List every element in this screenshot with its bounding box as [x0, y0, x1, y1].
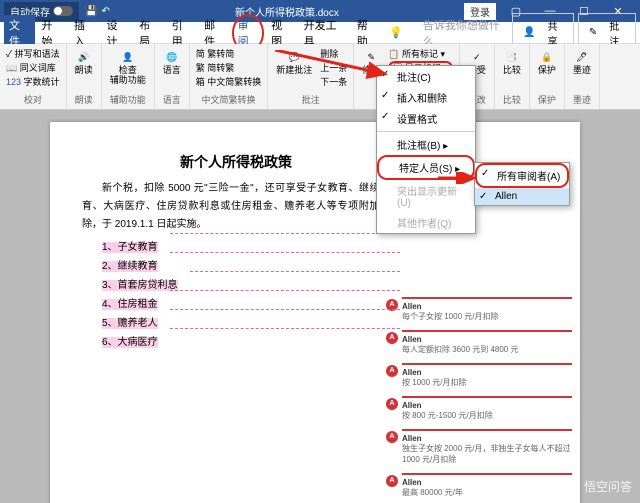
group-language: 🌐语言 语言: [155, 44, 190, 109]
group-read: 🔊朗读 朗读: [67, 44, 102, 109]
comment-item[interactable]: AAllen每个子女按 1000 元/月扣除: [402, 297, 572, 328]
delete-comment-button[interactable]: 删除: [320, 47, 347, 60]
group-compare: 📑比较 比较: [495, 44, 530, 109]
convert-button[interactable]: 箱 中文简繁转换: [196, 75, 262, 88]
ribbon: ✓ 拼写和语法 📖 同义词库 123 字数统计 校对 🔊朗读 朗读 👤检查 辅助…: [0, 44, 640, 110]
comments-pane: AAllen每个子女按 1000 元/月扣除 AAllen每人定额扣除 3600…: [402, 297, 572, 503]
traditional-button[interactable]: 繁 简转繁: [196, 61, 262, 74]
list-item: 6、大病医疗: [102, 333, 390, 352]
markup-mode-dropdown[interactable]: 📋 所有标记 ▾: [388, 47, 453, 60]
compare-icon: 📑: [504, 49, 520, 65]
group-protect: 🔒保护 保护: [530, 44, 565, 109]
wordcount-button[interactable]: 123 字数统计: [6, 75, 60, 88]
menu-comments[interactable]: 批注(C): [377, 66, 475, 87]
menu-highlight[interactable]: 突出显示更新(U): [377, 180, 475, 212]
comment-item[interactable]: AAllen最高 80000 元/年: [402, 473, 572, 503]
connector-line: [190, 271, 400, 272]
connector-line: [170, 233, 400, 234]
prev-comment-button[interactable]: 上一条: [320, 61, 347, 74]
comment-marker-icon: A: [386, 431, 398, 443]
read-aloud-button[interactable]: 🔊朗读: [73, 47, 95, 78]
menu-bar: 文件 开始 插入 设计 布局 引用 邮件 审阅 视图 开发工具 帮助 💡 告诉我…: [0, 22, 640, 44]
menu-balloons[interactable]: 批注框(B) ▸: [377, 134, 475, 155]
group-comments: 💬新建批注 删除 上一条 下一条 批注: [268, 44, 354, 109]
connector-line: [170, 328, 400, 329]
menu-all-reviewers[interactable]: 所有审阅者(A): [475, 163, 569, 188]
paragraph: 新个税，扣除 5000 元"三险一金"，还可享受子女教育、继续教育、大病医疗、住…: [82, 180, 390, 234]
thesaurus-button[interactable]: 📖 同义词库: [6, 61, 60, 74]
toggle-icon: [53, 6, 73, 16]
comment-marker-icon: A: [386, 365, 398, 377]
ink-icon: 🖊: [574, 49, 590, 65]
separator: [377, 131, 475, 132]
menu-reviewer-allen[interactable]: Allen: [475, 188, 569, 205]
share-icon: 👤: [518, 25, 540, 40]
speaker-icon: 🔊: [76, 49, 92, 65]
logo-icon: ◉: [564, 479, 580, 495]
group-chinese: 简 繁转简 繁 简转繁 箱 中文简繁转换 中文简繁转换: [190, 44, 269, 109]
comment-item[interactable]: AAllen按 1000 元/月扣除: [402, 363, 572, 394]
ink-button[interactable]: 🖊墨迹: [571, 47, 593, 78]
simplified-button[interactable]: 简 繁转简: [196, 47, 262, 60]
connector-line: [170, 309, 400, 310]
comment-icon: ✎: [584, 25, 602, 40]
comment-marker-icon: A: [386, 475, 398, 487]
connector-line: [170, 290, 400, 291]
spelling-button[interactable]: ✓ 拼写和语法: [6, 47, 60, 60]
comment-item[interactable]: AAllen按 800 元-1500 元/月扣除: [402, 396, 572, 427]
lock-icon: 🔒: [539, 49, 555, 65]
comment-item[interactable]: AAllen独生子女按 2000 元/月，非独生子女每人不超过1000 元/月扣…: [402, 429, 572, 471]
list-item: 3、首套房贷利息: [102, 276, 390, 295]
group-ink: 🖊墨迹 墨迹: [565, 44, 600, 109]
next-comment-button[interactable]: 下一条: [320, 75, 347, 88]
group-accessibility: 👤检查 辅助功能 辅助功能: [102, 44, 155, 109]
list-item: 5、赡养老人: [102, 314, 390, 333]
group-proofing: ✓ 拼写和语法 📖 同义词库 123 字数统计 校对: [0, 44, 67, 109]
pencil-icon: ✎: [363, 49, 379, 65]
list-item: 4、住房租金: [102, 295, 390, 314]
comment-marker-icon: A: [386, 398, 398, 410]
check-icon: ✓: [469, 49, 485, 65]
language-button[interactable]: 🌐语言: [161, 47, 183, 78]
list-item: 1、子女教育: [102, 238, 390, 257]
compare-button[interactable]: 📑比较: [501, 47, 523, 78]
show-markup-menu: 批注(C) 插入和删除 设置格式 批注框(B) ▸ 特定人员(S) ▸ 突出显示…: [376, 65, 476, 234]
new-comment-icon: 💬: [286, 49, 302, 65]
menu-specific-people[interactable]: 特定人员(S) ▸: [377, 155, 475, 180]
new-comment-button[interactable]: 💬新建批注: [274, 47, 314, 78]
comment-marker-icon: A: [386, 332, 398, 344]
menu-other-authors[interactable]: 其他作者(Q): [377, 212, 475, 233]
list-item: 2、继续教育: [102, 257, 390, 276]
lightbulb-icon: 💡: [384, 24, 408, 41]
menu-formatting[interactable]: 设置格式: [377, 108, 475, 129]
accessibility-icon: 👤: [120, 49, 136, 65]
globe-icon: 🌐: [164, 49, 180, 65]
accessibility-button[interactable]: 👤检查 辅助功能: [108, 47, 148, 88]
menu-insertions[interactable]: 插入和删除: [377, 87, 475, 108]
comment-item[interactable]: AAllen每人定额扣除 3600 元到 4800 元: [402, 330, 572, 361]
protect-button[interactable]: 🔒保护: [536, 47, 558, 78]
reviewers-submenu: 所有审阅者(A) Allen: [474, 162, 570, 206]
connector-line: [170, 252, 400, 253]
watermark: ◉悟空问答: [564, 478, 632, 495]
doc-title: 新个人所得税政策: [82, 152, 390, 172]
